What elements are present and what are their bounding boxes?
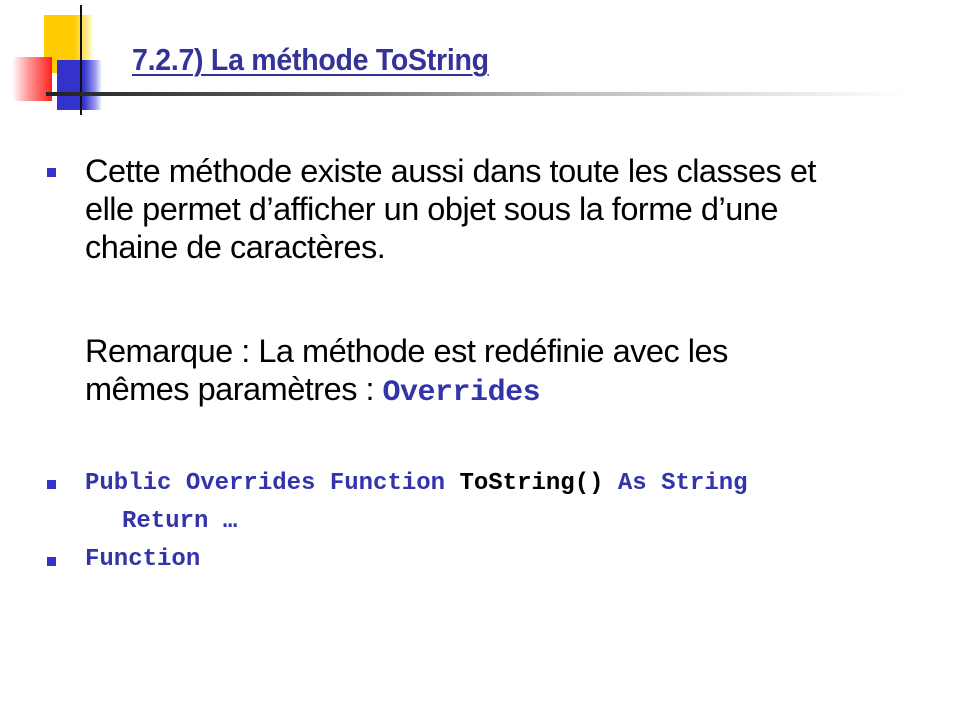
bullet-icon (47, 168, 56, 177)
code-keywords: Public Overrides Function (85, 470, 460, 497)
code-method-name: ToString() (459, 470, 604, 497)
remark-text-part: mêmes paramètres : (85, 371, 383, 407)
remark-text: Remarque : La méthode est redéfinie avec… (85, 332, 728, 412)
code-line-3: Function (85, 546, 201, 573)
text-line: Cette méthode existe aussi dans toute le… (85, 153, 816, 189)
text-line: mêmes paramètres : Overrides (85, 370, 728, 412)
slide-title: 7.2.7) La méthode ToString (132, 42, 489, 77)
decor-horizontal-line (46, 92, 906, 96)
code-line-1: Public Overrides Function ToString() As … (85, 470, 748, 497)
bullet-icon (47, 480, 56, 489)
bullet-icon (47, 557, 56, 566)
decor-vertical-line (80, 5, 82, 115)
text-line: chaine de caractères. (85, 229, 386, 265)
overrides-keyword: Overrides (382, 376, 541, 410)
text-line: Remarque : La méthode est redéfinie avec… (85, 333, 728, 369)
code-line-2: Return … (122, 508, 238, 535)
bullet-text: Cette méthode existe aussi dans toute le… (85, 152, 816, 266)
code-keywords: As String (603, 470, 748, 497)
text-line: elle permet d’afficher un objet sous la … (85, 191, 778, 227)
